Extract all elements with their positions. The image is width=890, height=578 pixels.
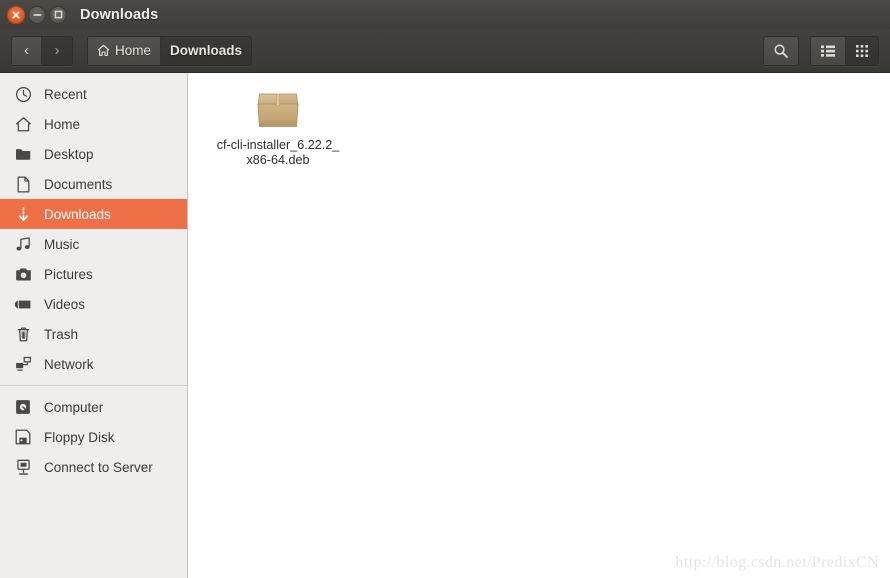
watermark-text: http://blog.csdn.net/PredixCN (675, 554, 879, 571)
camera-icon (13, 267, 33, 282)
sidebar-item-recent[interactable]: Recent (0, 79, 187, 109)
clock-icon (13, 86, 33, 103)
breadcrumb-item-downloads-label: Downloads (170, 43, 243, 58)
breadcrumb: Home Downloads (87, 35, 253, 66)
sidebar-item-network[interactable]: Network (0, 349, 187, 379)
window-title: Downloads (80, 6, 159, 23)
sidebar-item-computer[interactable]: Computer (0, 392, 187, 422)
server-icon (13, 459, 33, 476)
sidebar-item-connect-to-server[interactable]: Connect to Server (0, 452, 187, 482)
grid-view-button[interactable] (846, 36, 878, 65)
sidebar-item-documents[interactable]: Documents (0, 169, 187, 199)
maximize-button[interactable] (49, 5, 67, 24)
home-icon (97, 44, 110, 56)
sidebar-item-pictures-label: Pictures (44, 266, 93, 282)
sidebar-item-computer-label: Computer (44, 399, 104, 415)
sidebar-separator (0, 385, 187, 386)
back-arrow-icon: ‹ (24, 42, 29, 59)
download-icon (13, 206, 33, 223)
navigation-buttons: ‹ › (11, 35, 73, 66)
sidebar-item-home-label: Home (44, 116, 81, 132)
folder-icon (13, 147, 33, 162)
sidebar-item-recent-label: Recent (44, 86, 87, 102)
file-name-label: cf-cli-installer_6.22.2_x86-64.deb (216, 138, 340, 167)
nautilus-file-manager-window: Downloads ‹ › Home Downloads Recent Home… (0, 0, 890, 578)
titlebar: Downloads (0, 0, 890, 29)
network-icon (13, 356, 33, 372)
music-icon (13, 236, 33, 253)
breadcrumb-item-home[interactable]: Home (88, 36, 162, 65)
sidebar-item-videos-label: Videos (44, 296, 86, 312)
file-list-view[interactable]: cf-cli-installer_6.22.2_x86-64.deb http:… (189, 73, 890, 578)
floppy-icon (13, 429, 33, 445)
sidebar-item-desktop-label: Desktop (44, 146, 94, 162)
sidebar-item-music[interactable]: Music (0, 229, 187, 259)
file-item[interactable]: cf-cli-installer_6.22.2_x86-64.deb (211, 85, 345, 168)
list-view-icon (821, 45, 835, 57)
sidebar-item-home[interactable]: Home (0, 109, 187, 139)
close-icon (12, 10, 20, 19)
sidebar-item-downloads-label: Downloads (44, 206, 111, 222)
toolbar: ‹ › Home Downloads (0, 29, 890, 73)
document-icon (13, 175, 33, 193)
home-icon (13, 116, 33, 133)
view-toggle-group (810, 35, 879, 66)
sidebar-item-videos[interactable]: Videos (0, 289, 187, 319)
forward-arrow-icon: › (54, 42, 60, 59)
search-icon (774, 43, 788, 58)
minimize-icon (32, 13, 42, 16)
sidebar-item-music-label: Music (44, 236, 80, 252)
sidebar-item-network-label: Network (44, 356, 94, 372)
sidebar-item-trash-label: Trash (44, 326, 79, 342)
sidebar-item-desktop[interactable]: Desktop (0, 139, 187, 169)
sidebar-item-floppy-disk[interactable]: Floppy Disk (0, 422, 187, 452)
sidebar-item-trash[interactable]: Trash (0, 319, 187, 349)
search-button-group (763, 35, 799, 66)
sidebar[interactable]: Recent Home Desktop Documents Downloads … (0, 73, 188, 578)
toolbar-right-group (763, 35, 879, 66)
sidebar-item-pictures[interactable]: Pictures (0, 259, 187, 289)
breadcrumb-item-home-label: Home (115, 43, 152, 58)
maximize-icon (54, 10, 62, 19)
grid-view-icon (856, 44, 868, 57)
harddisk-icon (13, 399, 33, 415)
sidebar-item-floppy-disk-label: Floppy Disk (44, 429, 115, 445)
sidebar-item-documents-label: Documents (44, 176, 113, 192)
window-controls (7, 5, 67, 24)
trash-icon (13, 326, 33, 343)
list-view-button[interactable] (811, 36, 846, 65)
sidebar-item-connect-to-server-label: Connect to Server (44, 459, 153, 475)
back-button[interactable]: ‹ (12, 36, 42, 65)
video-icon (13, 298, 33, 311)
search-button[interactable] (764, 36, 798, 65)
minimize-button[interactable] (28, 5, 46, 24)
sidebar-item-downloads[interactable]: Downloads (0, 199, 187, 229)
forward-button[interactable]: › (42, 36, 72, 65)
breadcrumb-item-downloads[interactable]: Downloads (161, 36, 252, 65)
close-button[interactable] (7, 5, 25, 24)
package-box-icon (254, 85, 302, 131)
